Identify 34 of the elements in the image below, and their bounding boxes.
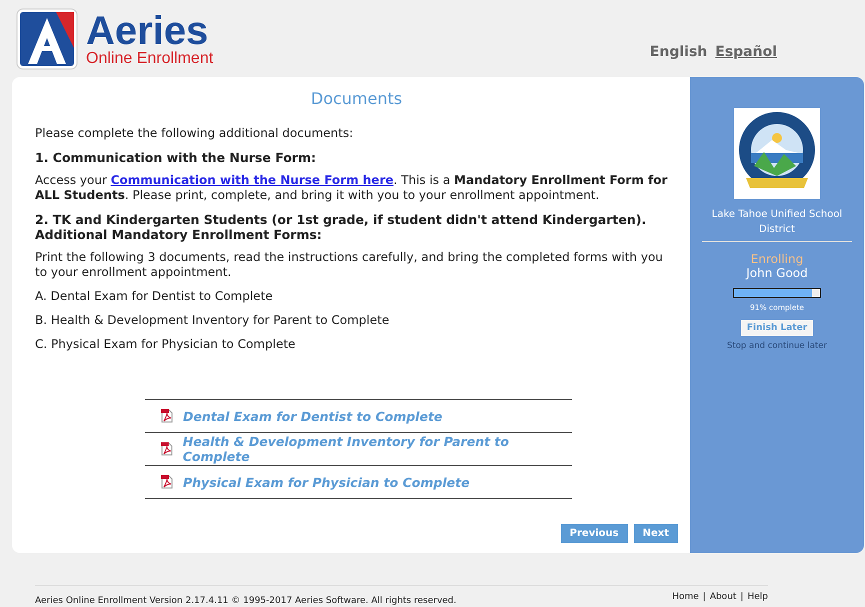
copyright-text: Aeries Online Enrollment Version 2.17.4.11 © 1995-2017 Aeries Software. All rights reserved. (35, 596, 456, 606)
document-list-item: A. Dental Exam for Dentist to Complete (35, 289, 274, 304)
document-list-item: C. Physical Exam for Physician to Complete (35, 337, 296, 352)
document-link[interactable]: Dental Exam for Dentist to Complete (183, 408, 442, 424)
section-text: Print the following 3 documents, read the instructions carefully, and bring the completed forms with you to your enrollment appointment. (35, 250, 664, 280)
finish-later-button[interactable]: Finish Later (740, 320, 814, 336)
footer-link[interactable]: Home (672, 592, 699, 606)
page-title: Documents (310, 89, 404, 108)
link-separator: | (702, 592, 706, 604)
brand-subtitle: Online Enrollment (86, 50, 214, 66)
next-button[interactable]: Next (634, 524, 678, 543)
language-link[interactable]: Español (715, 44, 777, 60)
section-text: Access your Communication with the Nurse Form here. This is a Mandatory Enrollment Form for ALL Students. Please print, complete, and bring it with you to your enrollment appointment. (35, 173, 668, 203)
document-link[interactable]: Health & Development Inventory for Parent to Complete (182, 434, 572, 464)
pdf-icon (161, 442, 173, 456)
enrollment-status: Enrolling (750, 252, 804, 266)
previous-button[interactable]: Previous (560, 524, 628, 543)
aeries-logo-icon (16, 8, 78, 70)
document-list-item: B. Health & Development Inventory for Parent to Complete (35, 313, 390, 328)
footer-link[interactable]: About (710, 592, 736, 606)
district-name: Lake Tahoe Unified School District (710, 208, 844, 237)
pdf-icon (161, 409, 173, 423)
footer-link[interactable]: Help (747, 592, 768, 606)
intro-text: Please complete the following additional documents: (35, 126, 354, 141)
link-separator: | (740, 592, 744, 604)
language-link[interactable]: English (650, 44, 708, 60)
brand-name: Aeries (86, 10, 208, 50)
student-name: John Good (746, 266, 808, 280)
section-heading: 2. TK and Kindergarten Students (or 1st grade, if student didn't attend Kindergarten). Additional Mandatory Enrollment Forms: (35, 212, 648, 242)
pdf-icon (161, 475, 173, 489)
nurse-form-link[interactable]: Communication with the Nurse Form here (110, 173, 394, 187)
finish-hint: Stop and continue later (726, 341, 827, 351)
section-heading: 1. Communication with the Nurse Form: (35, 150, 317, 165)
document-link[interactable]: Physical Exam for Physician to Complete (183, 474, 470, 490)
